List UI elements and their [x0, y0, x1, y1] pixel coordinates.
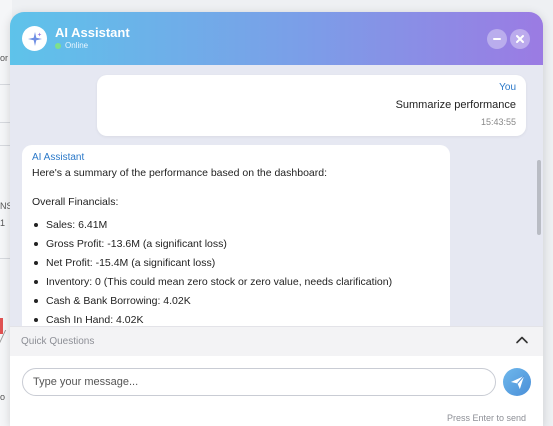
- background-text-fragment: or: [0, 53, 9, 63]
- assistant-sender-label: AI Assistant: [32, 152, 85, 163]
- message-timestamp: 15:43:55: [480, 117, 516, 127]
- chat-window: AI Assistant Online You Summarize perfor…: [10, 12, 543, 426]
- status-text: Online: [65, 41, 89, 50]
- list-item: Cash In Hand: 4.02K: [32, 313, 439, 326]
- background-red-mark: [0, 318, 3, 334]
- composer: Press Enter to send: [10, 356, 543, 426]
- send-button[interactable]: [503, 368, 531, 396]
- assistant-intro-text: Here's a summary of the performance base…: [32, 167, 327, 179]
- list-item: Net Profit: -15.4M (a significant loss): [32, 256, 439, 270]
- minus-icon: [493, 38, 501, 40]
- message-scrollbar[interactable]: [537, 160, 541, 235]
- background-text-fragment: 1: [0, 218, 6, 228]
- online-status: Online: [55, 41, 88, 50]
- quick-questions-label: Quick Questions: [21, 336, 95, 347]
- status-dot: [55, 42, 61, 49]
- user-message-text: Summarize performance: [395, 99, 516, 111]
- user-message: You Summarize performance 15:43:55: [97, 75, 526, 136]
- sparkle-icon: [27, 31, 42, 46]
- background-text-fragment: o: [0, 392, 6, 402]
- assistant-section-heading: Overall Financials:: [32, 196, 119, 208]
- chevron-up-icon[interactable]: [515, 333, 529, 347]
- assistant-avatar: [22, 26, 47, 51]
- list-item: Inventory: 0 (This could mean zero stock…: [32, 275, 439, 289]
- chat-header: AI Assistant Online: [10, 12, 543, 65]
- message-input[interactable]: [22, 368, 496, 396]
- list-item: Sales: 6.41M: [32, 218, 439, 232]
- quick-questions-bar[interactable]: Quick Questions: [10, 326, 543, 356]
- send-hint: Press Enter to send: [447, 413, 527, 423]
- assistant-message: AI Assistant Here's a summary of the per…: [22, 145, 450, 326]
- minimize-button[interactable]: [487, 29, 507, 49]
- financials-list: Sales: 6.41M Gross Profit: -13.6M (a sig…: [32, 218, 439, 326]
- close-button[interactable]: [510, 29, 530, 49]
- close-icon: [516, 35, 524, 43]
- list-item: Cash & Bank Borrowing: 4.02K: [32, 294, 439, 308]
- paper-plane-icon: [510, 375, 524, 389]
- chat-title: AI Assistant: [55, 25, 130, 40]
- message-list[interactable]: You Summarize performance 15:43:55 AI As…: [10, 65, 543, 326]
- user-sender-label: You: [499, 82, 516, 93]
- list-item: Gross Profit: -13.6M (a significant loss…: [32, 237, 439, 251]
